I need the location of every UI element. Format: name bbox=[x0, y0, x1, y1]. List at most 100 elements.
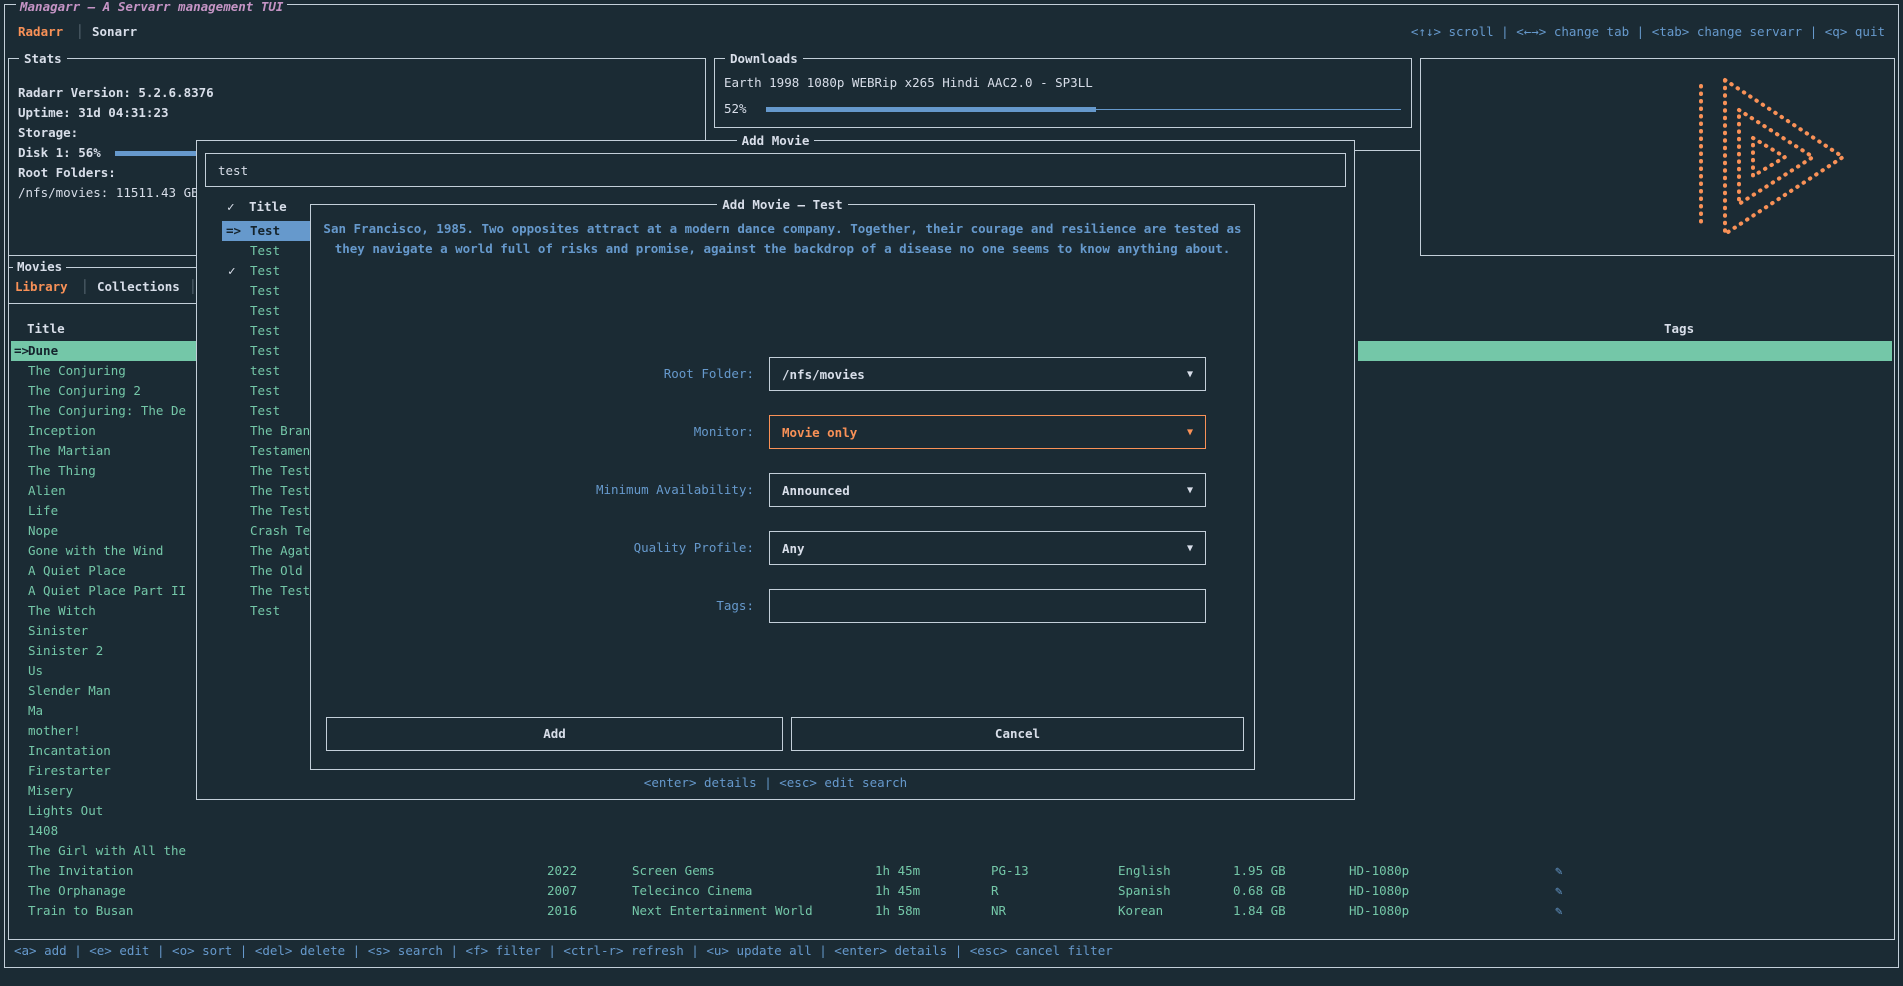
stats-version: Radarr Version: 5.2.6.8376 bbox=[18, 83, 214, 103]
results-in-library-column-header: ✓ bbox=[227, 197, 235, 217]
logo-panel bbox=[1420, 58, 1895, 256]
monitor-label: Monitor: bbox=[694, 422, 754, 442]
movie-overview-line-1: San Francisco, 1985. Two opposites attra… bbox=[311, 219, 1254, 239]
movie-search-input[interactable] bbox=[216, 154, 1326, 186]
download-progress-track bbox=[1096, 109, 1401, 110]
result-title-cell: The Test bbox=[250, 461, 310, 481]
movie-title-cell: A Quiet Place bbox=[28, 561, 126, 581]
movie-row[interactable]: 1408 bbox=[10, 821, 1893, 841]
stats-root-folder-value: /nfs/movies: 11511.43 GB bbox=[18, 183, 199, 203]
downloads-panel: Downloads Earth 1998 1080p WEBRip x265 H… bbox=[714, 58, 1412, 128]
chevron-down-icon: ▼ bbox=[1187, 425, 1193, 441]
movie-detail-row[interactable]: 2007Telecinco Cinema1h 45mRSpanish0.68 G… bbox=[10, 881, 1893, 901]
result-title-cell: The Test bbox=[250, 581, 310, 601]
header-keybind-help: <↑↓> scroll | <←→> change tab | <tab> ch… bbox=[1411, 22, 1885, 42]
footer-keybind-help: <a> add | <e> edit | <o> sort | <del> de… bbox=[14, 941, 1113, 961]
tags-label: Tags: bbox=[716, 596, 754, 616]
movie-runtime-cell: 1h 45m bbox=[875, 861, 920, 881]
movie-title-cell: Nope bbox=[28, 521, 58, 541]
add-button[interactable]: Add bbox=[326, 717, 783, 751]
result-title-cell: Test bbox=[250, 221, 280, 241]
movie-studio-cell: Next Entertainment World bbox=[632, 901, 813, 921]
result-title-cell: Test bbox=[250, 321, 280, 341]
result-title-cell: Test bbox=[250, 241, 280, 261]
monitor-dropdown[interactable]: Movie only▼ bbox=[769, 415, 1206, 449]
movie-detail-row[interactable]: 2022Screen Gems1h 45mPG-13English1.95 GB… bbox=[10, 861, 1893, 881]
minimum-availability-value: Announced bbox=[782, 481, 850, 501]
managarr-logo-icon bbox=[1691, 72, 1851, 242]
movie-title-cell: Dune bbox=[28, 341, 58, 361]
download-percent: 52% bbox=[724, 99, 747, 119]
movie-title-cell: The Girl with All the bbox=[28, 841, 186, 861]
root-folder-value: /nfs/movies bbox=[782, 365, 865, 385]
root-folder-label: Root Folder: bbox=[664, 364, 754, 384]
tab-radarr[interactable]: Radarr bbox=[18, 22, 63, 42]
chevron-down-icon: ▼ bbox=[1187, 541, 1193, 557]
quality-profile-label: Quality Profile: bbox=[634, 538, 754, 558]
movie-detail-row[interactable]: 2016Next Entertainment World1h 58mNRKore… bbox=[10, 901, 1893, 921]
result-title-cell: Test bbox=[250, 341, 280, 361]
in-library-check-icon: ✓ bbox=[228, 261, 236, 281]
movie-row[interactable]: Lights Out bbox=[10, 801, 1893, 821]
movie-size-cell: 1.95 GB bbox=[1233, 861, 1286, 881]
results-title-column-header: Title bbox=[249, 197, 287, 217]
edit-pencil-icon: ✎ bbox=[1555, 881, 1563, 901]
movie-title-cell: Sinister bbox=[28, 621, 88, 641]
download-progress-fill bbox=[766, 107, 1096, 112]
edit-pencil-icon: ✎ bbox=[1555, 861, 1563, 881]
root-folder-dropdown[interactable]: /nfs/movies ▼ bbox=[769, 357, 1206, 391]
movie-title-cell: The Conjuring bbox=[28, 361, 126, 381]
stats-root-folders-label: Root Folders: bbox=[18, 163, 116, 183]
movie-row[interactable]: The Girl with All the bbox=[10, 841, 1893, 861]
movie-title-cell: Incantation bbox=[28, 741, 111, 761]
result-title-cell: Testamen bbox=[250, 441, 310, 461]
movie-title-cell: A Quiet Place Part II bbox=[28, 581, 186, 601]
movie-title-cell: Lights Out bbox=[28, 801, 103, 821]
result-title-cell: Test bbox=[250, 601, 280, 621]
chevron-down-icon: ▼ bbox=[1187, 367, 1193, 383]
cancel-button[interactable]: Cancel bbox=[791, 717, 1244, 751]
add-movie-keybind-help: <enter> details | <esc> edit search bbox=[197, 773, 1354, 793]
minimum-availability-label: Minimum Availability: bbox=[596, 480, 754, 500]
movie-search-box bbox=[205, 153, 1346, 187]
movie-runtime-cell: 1h 58m bbox=[875, 901, 920, 921]
tab-library[interactable]: Library bbox=[15, 277, 68, 297]
tags-input[interactable] bbox=[769, 589, 1206, 623]
movie-title-cell: 1408 bbox=[28, 821, 58, 841]
result-title-cell: The Test bbox=[250, 481, 310, 501]
movie-quality-cell: HD-1080p bbox=[1349, 901, 1409, 921]
selection-arrow: => bbox=[14, 341, 29, 361]
quality-profile-dropdown[interactable]: Any▼ bbox=[769, 531, 1206, 565]
add-movie-panel-title: Add Movie bbox=[737, 131, 815, 151]
movie-size-cell: 0.68 GB bbox=[1233, 881, 1286, 901]
movie-runtime-cell: 1h 45m bbox=[875, 881, 920, 901]
result-title-cell: test bbox=[250, 361, 280, 381]
movies-tags-column-header: Tags bbox=[1664, 319, 1694, 339]
add-movie-details-popup: Add Movie — Test San Francisco, 1985. Tw… bbox=[310, 204, 1255, 770]
movie-title-cell: The Conjuring 2 bbox=[28, 381, 141, 401]
movie-language-cell: Korean bbox=[1118, 901, 1163, 921]
movie-studio-cell: Screen Gems bbox=[632, 861, 715, 881]
movie-title-cell: Slender Man bbox=[28, 681, 111, 701]
movies-panel-title: Movies bbox=[13, 257, 66, 277]
result-title-cell: Crash Te bbox=[250, 521, 310, 541]
app-title: Managarr — A Servarr management TUI bbox=[16, 0, 287, 17]
result-title-cell: Test bbox=[250, 281, 280, 301]
result-title-cell: The Test bbox=[250, 501, 310, 521]
movies-title-column-header: Title bbox=[27, 319, 65, 339]
minimum-availability-dropdown[interactable]: Announced▼ bbox=[769, 473, 1206, 507]
tab-separator: │ bbox=[76, 22, 84, 42]
tab-sonarr[interactable]: Sonarr bbox=[92, 22, 137, 42]
stats-storage-label: Storage: bbox=[18, 123, 78, 143]
movie-title-cell: Gone with the Wind bbox=[28, 541, 163, 561]
movie-title-cell: mother! bbox=[28, 721, 81, 741]
movie-title-cell: Sinister 2 bbox=[28, 641, 103, 661]
movie-language-cell: English bbox=[1118, 861, 1171, 881]
result-title-cell: Test bbox=[250, 301, 280, 321]
movie-title-cell: Alien bbox=[28, 481, 66, 501]
movie-title-cell: Life bbox=[28, 501, 58, 521]
tab-collections[interactable]: Collections bbox=[97, 277, 180, 297]
movie-certification-cell: NR bbox=[991, 901, 1006, 921]
result-title-cell: Test bbox=[250, 401, 280, 421]
result-title-cell: Test bbox=[250, 261, 280, 281]
